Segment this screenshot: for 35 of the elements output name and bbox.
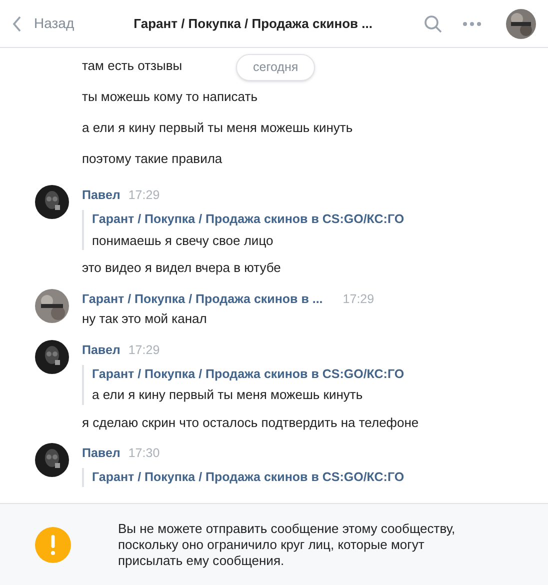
message-text: понимаешь я свечу свое лицо xyxy=(92,232,274,250)
message-time: 17:29 xyxy=(342,290,374,308)
author-name[interactable]: Павел xyxy=(82,340,120,360)
message-time: 17:29 xyxy=(128,187,160,204)
avatar-icon[interactable] xyxy=(506,8,536,38)
avatar-icon xyxy=(35,185,69,219)
date-badge: сегодня xyxy=(236,54,316,81)
avatar-icon xyxy=(35,340,69,374)
message-text: там есть отзывы xyxy=(82,58,182,74)
message-text: я сделаю скрин что осталось подтвердить на телефоне xyxy=(82,414,419,432)
search-button[interactable] xyxy=(424,14,442,32)
more-icon xyxy=(462,20,482,26)
forward-source[interactable]: Гарант / Покупка / Продажа скинов в CS:GO/КС:ГО xyxy=(92,210,404,228)
author-name[interactable]: Павел xyxy=(82,444,120,463)
message-text: а ели я кину первый ты меня можешь кинуть xyxy=(82,120,353,136)
more-button[interactable] xyxy=(462,20,482,26)
message-text: а ели я кину первый ты меня можешь кинуть xyxy=(92,386,364,404)
message-time: 17:30 xyxy=(128,445,160,462)
message-text: ну так это мой канал xyxy=(82,310,208,328)
forward-source[interactable]: Гарант / Покупка / Продажа скинов в CS:GO/КС:ГО xyxy=(92,364,419,384)
message-text: это видео я видел вчера в ютубе xyxy=(82,259,282,277)
avatar-icon xyxy=(35,288,69,322)
search-icon xyxy=(424,14,442,32)
notice-text: Вы не можете отправить сообщение этому сообществу, поскольку оно ограничило круг лиц, которые могут присылать ему сообщения. xyxy=(118,520,456,568)
back-button[interactable]: Назад xyxy=(12,13,74,34)
chevron-left-icon xyxy=(12,16,22,32)
message-text: ты можешь кому то написать xyxy=(82,89,258,105)
forward-source[interactable]: Гарант / Покупка / Продажа скинов в CS:GO/КС:ГО xyxy=(92,468,404,487)
author-name[interactable]: Павел xyxy=(82,186,120,205)
avatar-icon xyxy=(35,443,69,478)
author-name[interactable]: Гарант / Покупка / Продажа скинов в ... xyxy=(82,290,323,308)
message-time: 17:29 xyxy=(128,342,160,359)
message-text: поэтому такие правила xyxy=(82,151,222,167)
warning-icon xyxy=(35,526,71,562)
chat-title: Гарант / Покупка / Продажа скинов ... xyxy=(132,14,374,33)
